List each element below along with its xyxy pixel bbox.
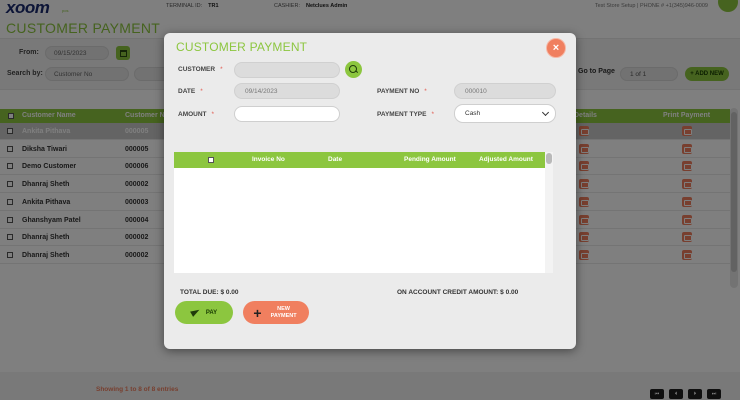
required-mark: * — [424, 88, 427, 95]
required-mark: * — [431, 111, 435, 118]
payment-no-label-text: PAYMENT NO — [377, 88, 420, 95]
invoice-grid: Invoice No Date Pending Amount Adjusted … — [174, 152, 553, 273]
date-label-text: DATE — [178, 88, 196, 95]
credit-value: $ 0.00 — [500, 289, 519, 296]
close-icon: × — [552, 41, 560, 54]
customer-label: CUSTOMER * — [178, 66, 223, 73]
date-label: DATE * — [178, 88, 203, 95]
amount-label: AMOUNT * — [178, 111, 214, 118]
customer-payment-modal: CUSTOMER PAYMENT × CUSTOMER * DATE * 09/14… — [164, 33, 576, 349]
modal-title: CUSTOMER PAYMENT — [176, 40, 308, 54]
customer-label-text: CUSTOMER — [178, 66, 216, 73]
amount-input[interactable] — [234, 106, 340, 122]
payment-type-label-text: PAYMENT TYPE — [377, 111, 427, 118]
search-customer-button[interactable] — [345, 61, 362, 78]
pay-button-label: PAY — [205, 309, 218, 316]
invoice-grid-scrollbar-thumb[interactable] — [546, 153, 552, 164]
date-input[interactable]: 09/14/2023 — [234, 83, 340, 99]
new-payment-button-label: NEW PAYMENT — [269, 306, 299, 320]
total-due-label: TOTAL DUE: — [180, 289, 219, 296]
payment-type-value: Cash — [465, 110, 481, 117]
invoice-select-all-checkbox[interactable] — [208, 157, 214, 163]
send-icon — [191, 308, 200, 317]
col-date: Date — [328, 156, 343, 163]
required-mark: * — [200, 88, 203, 95]
total-due: TOTAL DUE: $ 0.00 — [180, 289, 239, 296]
new-payment-line2: PAYMENT — [270, 312, 297, 319]
pay-button[interactable]: PAY — [175, 301, 233, 324]
on-account-credit: ON ACCOUNT CREDIT AMOUNT: $ 0.00 — [397, 289, 518, 296]
payment-type-select[interactable]: Cash — [454, 104, 556, 123]
payment-type-label: PAYMENT TYPE * — [377, 111, 434, 118]
required-mark: * — [220, 66, 223, 73]
payment-no-label: PAYMENT NO * — [377, 88, 427, 95]
plus-icon: + — [253, 304, 262, 321]
invoice-grid-scrollbar[interactable] — [545, 152, 553, 273]
required-mark: * — [211, 111, 215, 118]
payment-no-input[interactable]: 000010 — [454, 83, 556, 99]
total-due-value: $ 0.00 — [220, 289, 239, 296]
close-button[interactable]: × — [546, 38, 566, 58]
col-adjusted-amount: Adjusted Amount — [479, 156, 533, 163]
col-pending-amount: Pending Amount — [404, 156, 456, 163]
amount-label-text: AMOUNT — [178, 111, 207, 118]
new-payment-button[interactable]: + NEW PAYMENT — [243, 301, 309, 324]
credit-label: ON ACCOUNT CREDIT AMOUNT: — [397, 289, 499, 296]
customer-input[interactable] — [234, 62, 340, 78]
new-payment-line1: NEW — [277, 305, 291, 312]
invoice-grid-header: Invoice No Date Pending Amount Adjusted … — [174, 152, 545, 168]
chevron-down-icon — [541, 108, 550, 117]
col-invoice-no: Invoice No — [252, 156, 285, 163]
